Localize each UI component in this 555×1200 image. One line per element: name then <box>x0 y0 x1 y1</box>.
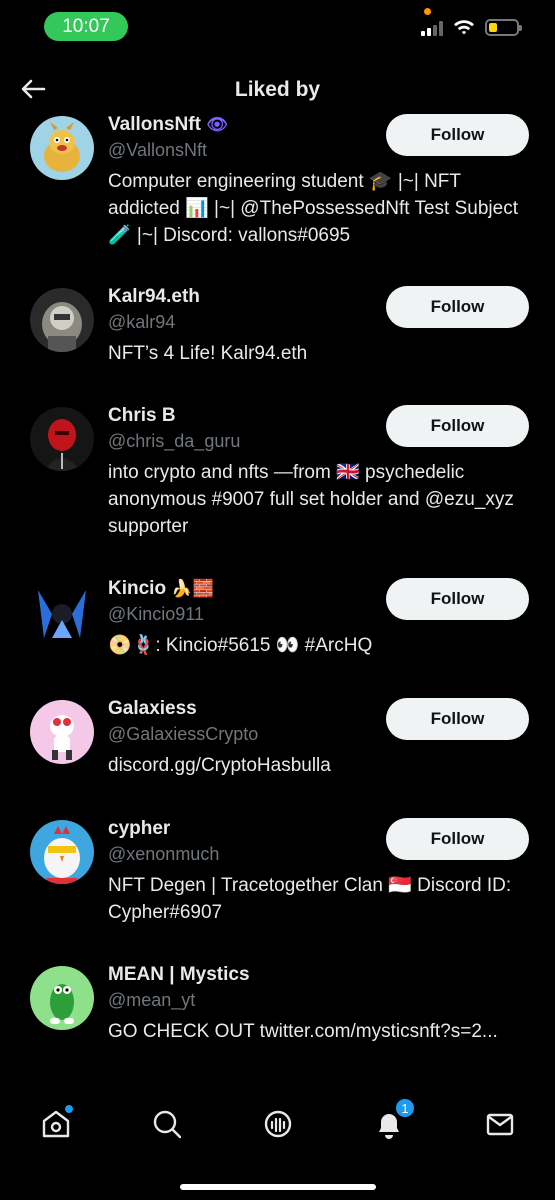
page-title: Liked by <box>234 78 321 101</box>
avatar[interactable] <box>30 116 94 180</box>
user-handle[interactable]: @mean_yt <box>108 990 195 1011</box>
home-unread-dot <box>65 1105 73 1113</box>
user-name[interactable]: cypher <box>108 818 170 840</box>
nav-messages[interactable] <box>480 1104 520 1144</box>
user-name[interactable]: VallonsNft 👁 <box>108 114 228 136</box>
notification-badge: 1 <box>395 1098 415 1118</box>
user-handle[interactable]: @VallonsNft <box>108 140 207 161</box>
bottom-nav: 1 <box>0 1082 555 1200</box>
follow-button[interactable]: Follow <box>386 405 529 447</box>
avatar[interactable] <box>30 700 94 764</box>
user-name[interactable]: Galaxiess <box>108 698 197 720</box>
user-handle[interactable]: @chris_da_guru <box>108 431 240 452</box>
nav-home[interactable] <box>36 1104 76 1144</box>
user-bio: discord.gg/CryptoHasbulla <box>108 755 331 776</box>
follow-button[interactable]: Follow <box>386 698 529 740</box>
nav-search[interactable] <box>147 1104 187 1144</box>
avatar[interactable] <box>30 966 94 1030</box>
user-handle[interactable]: @Kincio911 <box>108 604 204 625</box>
user-bio: NFT Degen | Tracetogether Clan 🇸🇬 Discor… <box>108 875 512 923</box>
privacy-indicator <box>424 8 431 15</box>
envelope-icon <box>486 1113 514 1136</box>
user-bio: 📀🪢: Kincio#5615 👀 #ArcHQ <box>108 635 373 656</box>
avatar[interactable] <box>30 580 94 644</box>
avatar[interactable] <box>30 288 94 352</box>
status-bar: 10:07 <box>0 0 555 56</box>
user-handle[interactable]: @xenonmuch <box>108 844 219 865</box>
user-name[interactable]: Chris B <box>108 405 176 427</box>
nav-notifications[interactable]: 1 <box>369 1098 415 1144</box>
avatar[interactable] <box>30 820 94 884</box>
follow-button[interactable]: Follow <box>386 286 529 328</box>
status-time: 10:07 <box>44 12 128 41</box>
home-indicator <box>180 1184 376 1190</box>
user-bio: Computer engineering student 🎓 |~| NFT a… <box>108 171 518 246</box>
page-header: Liked by <box>0 60 555 120</box>
follow-button[interactable]: Follow <box>386 818 529 860</box>
battery-icon <box>485 19 522 36</box>
user-handle[interactable]: @GalaxiessCrypto <box>108 724 258 745</box>
banana-brick-emoji-icon: 🍌🧱 <box>171 579 214 598</box>
avatar[interactable] <box>30 407 94 471</box>
status-icons <box>421 19 522 36</box>
user-name[interactable]: MEAN | Mystics <box>108 964 250 986</box>
follow-button[interactable]: Follow <box>386 114 529 156</box>
user-name[interactable]: Kincio 🍌🧱 <box>108 578 214 600</box>
user-handle[interactable]: @kalr94 <box>108 312 175 333</box>
search-icon <box>153 1110 182 1139</box>
eye-emoji-icon: 👁 <box>206 115 228 134</box>
user-name[interactable]: Kalr94.eth <box>108 286 200 308</box>
user-bio: into crypto and nfts —from 🇬🇧 psychedeli… <box>108 462 514 537</box>
signal-icon <box>421 20 443 36</box>
user-bio: GO CHECK OUT twitter.com/mysticsnft?s=2.… <box>108 1021 498 1042</box>
spaces-icon <box>264 1110 292 1138</box>
follow-button[interactable]: Follow <box>386 578 529 620</box>
nav-spaces[interactable] <box>258 1104 298 1144</box>
liked-by-list[interactable]: VallonsNft 👁 @VallonsNft Computer engine… <box>0 112 555 1082</box>
wifi-icon <box>454 20 474 35</box>
user-bio: NFT’s 4 Life! Kalr94.eth <box>108 343 308 364</box>
